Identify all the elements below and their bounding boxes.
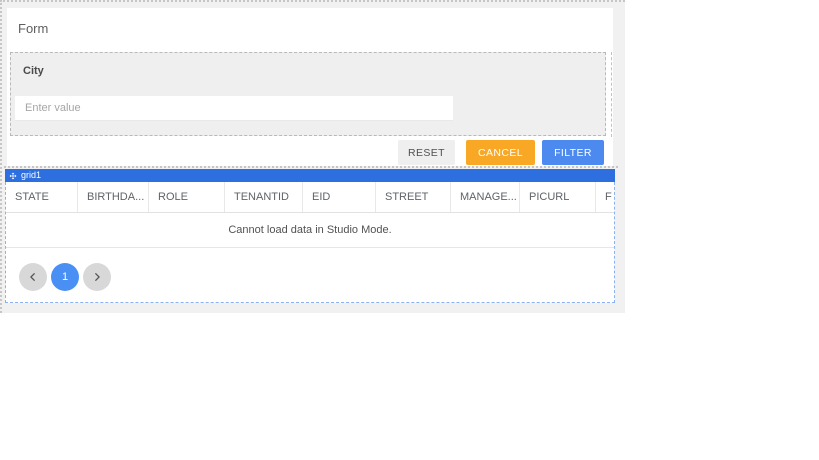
- pagination-page-button[interactable]: 1: [51, 263, 79, 291]
- column-header-role[interactable]: ROLE: [149, 182, 225, 212]
- grid-empty-row: Cannot load data in Studio Mode.: [6, 213, 614, 248]
- column-header-street[interactable]: STREET: [376, 182, 451, 212]
- chevron-left-icon: [28, 272, 38, 282]
- city-field-label: City: [23, 65, 44, 77]
- grid-pagination: 1: [19, 263, 614, 291]
- grid-widget: grid1 STATE BIRTHDA... ROLE TENANTID EID…: [5, 169, 615, 303]
- grid-table: STATE BIRTHDA... ROLE TENANTID EID STREE…: [5, 182, 615, 303]
- canvas-dot-grid-line: [4, 166, 618, 168]
- column-header-birthdate[interactable]: BIRTHDA...: [78, 182, 149, 212]
- reset-button[interactable]: RESET: [398, 140, 455, 165]
- pagination-next-button[interactable]: [83, 263, 111, 291]
- column-header-clipped[interactable]: F: [596, 182, 614, 212]
- form-title: Form: [18, 21, 49, 36]
- grid-widget-name-bar[interactable]: grid1: [5, 169, 615, 182]
- editor-canvas: Form City RESET CANCEL FILTER grid1 STAT…: [0, 0, 625, 313]
- form-inner-canvas-edge: [611, 52, 612, 137]
- column-header-picurl[interactable]: PICURL: [520, 182, 596, 212]
- form-widget: Form City RESET CANCEL FILTER: [7, 8, 613, 166]
- city-filter-widget[interactable]: City: [10, 52, 606, 136]
- column-header-tenantid[interactable]: TENANTID: [225, 182, 303, 212]
- cancel-button[interactable]: CANCEL: [466, 140, 535, 165]
- form-buttons-row: RESET CANCEL FILTER: [398, 140, 604, 165]
- grid-header-row: STATE BIRTHDA... ROLE TENANTID EID STREE…: [6, 182, 614, 213]
- city-input[interactable]: [15, 96, 453, 121]
- column-header-eid[interactable]: EID: [303, 182, 376, 212]
- grid-empty-message: Cannot load data in Studio Mode.: [228, 224, 392, 236]
- move-icon: [9, 172, 17, 180]
- chevron-right-icon: [92, 272, 102, 282]
- pagination-prev-button[interactable]: [19, 263, 47, 291]
- column-header-manager[interactable]: MANAGE...: [451, 182, 520, 212]
- column-header-state[interactable]: STATE: [6, 182, 78, 212]
- grid-widget-name: grid1: [21, 170, 42, 180]
- filter-button[interactable]: FILTER: [542, 140, 604, 165]
